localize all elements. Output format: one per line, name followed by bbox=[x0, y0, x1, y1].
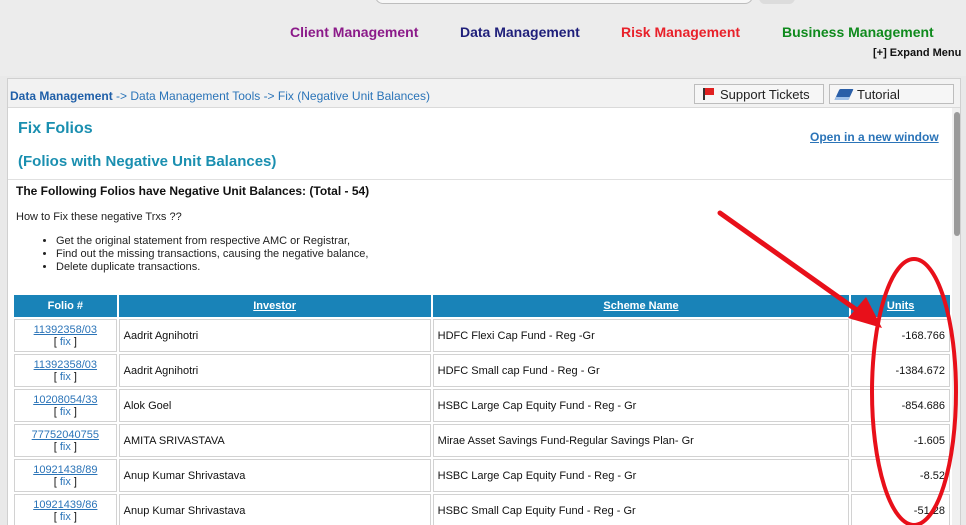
breadcrumb: Data Management -> Data Management Tools… bbox=[10, 89, 430, 103]
fix-link[interactable]: fix bbox=[60, 371, 71, 383]
table-row: 11392358/03[ fix ] Aadrit Agnihotri HDFC… bbox=[14, 354, 950, 387]
fix-link[interactable]: fix bbox=[60, 406, 71, 418]
vertical-scrollbar[interactable] bbox=[952, 108, 960, 525]
folio-cell: 11392358/03[ fix ] bbox=[14, 354, 117, 387]
folio-cell: 10921439/86[ fix ] bbox=[14, 494, 117, 525]
fix-link[interactable]: fix bbox=[60, 336, 71, 348]
table-row: 10921439/86[ fix ] Anup Kumar Shrivastav… bbox=[14, 494, 950, 525]
breadcrumb-root[interactable]: Data Management bbox=[10, 89, 113, 103]
list-item: Find out the missing transactions, causi… bbox=[56, 248, 368, 261]
investor-cell: Aadrit Agnihotri bbox=[118, 354, 431, 387]
book-icon bbox=[834, 88, 854, 100]
table-row: 10208054/33[ fix ] Alok Goel HSBC Large … bbox=[14, 389, 950, 422]
search-button[interactable] bbox=[759, 0, 795, 4]
investor-cell: Alok Goel bbox=[118, 389, 431, 422]
col-header-units[interactable]: Units bbox=[851, 295, 950, 317]
fix-instructions-list: Get the original statement from respecti… bbox=[56, 235, 368, 274]
nav-business-management[interactable]: Business Management bbox=[782, 24, 934, 40]
table-row: 10921438/89[ fix ] Anup Kumar Shrivastav… bbox=[14, 459, 950, 492]
nav-client-management[interactable]: Client Management bbox=[290, 24, 418, 40]
folio-link[interactable]: 10921438/89 bbox=[19, 464, 112, 476]
table-header-row: Folio # Investor Scheme Name Units bbox=[14, 295, 950, 317]
table-row: 77752040755[ fix ] AMITA SRIVASTAVA Mira… bbox=[14, 424, 950, 457]
support-tickets-label: Support Tickets bbox=[720, 86, 810, 102]
page-title: Fix Folios bbox=[18, 120, 93, 137]
negative-folios-heading: The Following Folios have Negative Unit … bbox=[16, 184, 370, 198]
folio-cell: 10921438/89[ fix ] bbox=[14, 459, 117, 492]
fix-link[interactable]: fix bbox=[60, 441, 71, 453]
list-item: Delete duplicate transactions. bbox=[56, 261, 368, 274]
investor-cell: Anup Kumar Shrivastava bbox=[118, 494, 431, 525]
scheme-cell: HSBC Large Cap Equity Fund - Reg - Gr bbox=[432, 389, 850, 422]
folio-cell: 10208054/33[ fix ] bbox=[14, 389, 117, 422]
investor-cell: Anup Kumar Shrivastava bbox=[118, 459, 431, 492]
units-cell: -1.605 bbox=[851, 424, 950, 457]
tutorial-label: Tutorial bbox=[857, 86, 900, 102]
header-divider bbox=[8, 179, 952, 180]
open-new-window-link[interactable]: Open in a new window bbox=[810, 130, 939, 144]
folio-link[interactable]: 10208054/33 bbox=[19, 394, 112, 406]
units-cell: -854.686 bbox=[851, 389, 950, 422]
table-row: 11392358/03[ fix ] Aadrit Agnihotri HDFC… bbox=[14, 319, 950, 352]
page-subtitle: (Folios with Negative Unit Balances) bbox=[18, 153, 277, 170]
nav-data-management[interactable]: Data Management bbox=[460, 24, 580, 40]
search-input[interactable] bbox=[375, 0, 753, 4]
list-item: Get the original statement from respecti… bbox=[56, 235, 368, 248]
col-header-investor[interactable]: Investor bbox=[118, 295, 431, 317]
scrollbar-thumb[interactable] bbox=[954, 112, 960, 236]
scheme-cell: HDFC Flexi Cap Fund - Reg -Gr bbox=[432, 319, 850, 352]
support-tickets-button[interactable]: Support Tickets bbox=[694, 84, 824, 104]
negative-folios-table: Folio # Investor Scheme Name Units 11392… bbox=[12, 293, 952, 525]
scheme-cell: HSBC Large Cap Equity Fund - Reg - Gr bbox=[432, 459, 850, 492]
folios-table-wrapper: Folio # Investor Scheme Name Units 11392… bbox=[12, 293, 952, 525]
folio-cell: 77752040755[ fix ] bbox=[14, 424, 117, 457]
col-header-folio: Folio # bbox=[14, 295, 117, 317]
flag-icon bbox=[702, 88, 714, 100]
expand-menu-link[interactable]: [+] Expand Menu bbox=[873, 47, 961, 59]
folio-link[interactable]: 77752040755 bbox=[19, 429, 112, 441]
scheme-cell: Mirae Asset Savings Fund-Regular Savings… bbox=[432, 424, 850, 457]
content-area: Fix Folios Open in a new window (Folios … bbox=[8, 108, 960, 525]
folio-link[interactable]: 11392358/03 bbox=[19, 324, 112, 336]
breadcrumb-bar: Data Management -> Data Management Tools… bbox=[8, 79, 960, 108]
nav-risk-management[interactable]: Risk Management bbox=[621, 24, 740, 40]
col-header-scheme[interactable]: Scheme Name bbox=[432, 295, 850, 317]
breadcrumb-path[interactable]: -> Data Management Tools -> Fix (Negativ… bbox=[113, 89, 430, 103]
folio-link[interactable]: 10921439/86 bbox=[19, 499, 112, 511]
top-navigation-bar: Client Management Data Management Risk M… bbox=[0, 0, 966, 76]
units-cell: -51.28 bbox=[851, 494, 950, 525]
fix-link[interactable]: fix bbox=[60, 511, 71, 523]
tutorial-button[interactable]: Tutorial bbox=[829, 84, 954, 104]
units-cell: -168.766 bbox=[851, 319, 950, 352]
investor-cell: AMITA SRIVASTAVA bbox=[118, 424, 431, 457]
units-cell: -8.52 bbox=[851, 459, 950, 492]
investor-cell: Aadrit Agnihotri bbox=[118, 319, 431, 352]
how-to-fix-text: How to Fix these negative Trxs ?? bbox=[16, 211, 182, 223]
main-panel: Data Management -> Data Management Tools… bbox=[7, 78, 961, 525]
folio-link[interactable]: 11392358/03 bbox=[19, 359, 112, 371]
folio-cell: 11392358/03[ fix ] bbox=[14, 319, 117, 352]
fix-link[interactable]: fix bbox=[60, 476, 71, 488]
scheme-cell: HSBC Small Cap Equity Fund - Reg - Gr bbox=[432, 494, 850, 525]
scheme-cell: HDFC Small cap Fund - Reg - Gr bbox=[432, 354, 850, 387]
units-cell: -1384.672 bbox=[851, 354, 950, 387]
